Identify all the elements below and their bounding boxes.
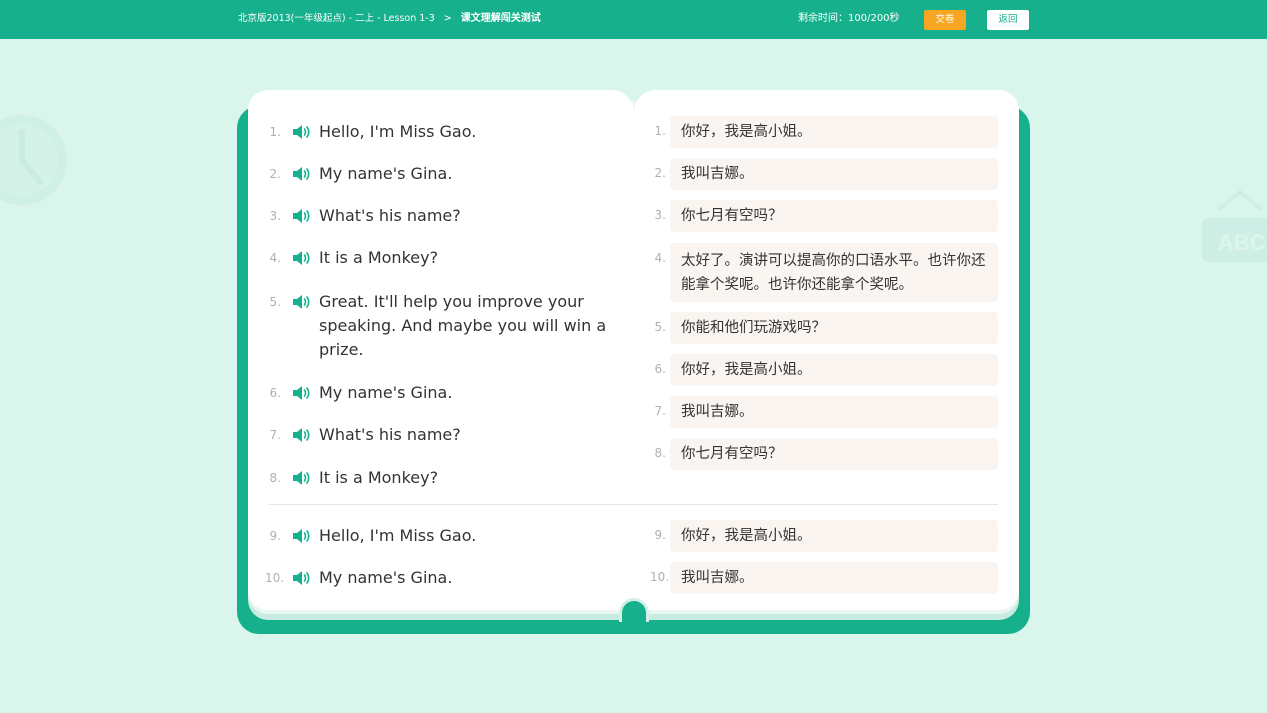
speaker-icon[interactable] [292,124,312,140]
section-divider [269,504,998,505]
translation-number: 3. [654,208,666,222]
sentence-number: 9. [269,529,281,543]
abc-sign-icon: ABC [1202,189,1267,262]
translation-text[interactable]: 我叫吉娜。 [670,158,998,190]
translation-number: 8. [654,446,666,460]
top-bar: 北京版2013(一年级起点) - 二上 - Lesson 1-3 > 课文理解闯… [0,0,1267,39]
speaker-icon[interactable] [292,528,312,544]
translation-text[interactable]: 我叫吉娜。 [670,396,998,428]
sentence-number: 10. [265,571,285,585]
breadcrumb-separator: > [443,13,452,24]
speaker-icon[interactable] [292,570,312,586]
english-sentence-text: What's his name? [319,206,461,225]
speaker-icon[interactable] [292,294,312,310]
speaker-icon[interactable] [292,250,312,266]
sentence-number: 3. [269,209,281,223]
english-sentence-text: It is a Monkey? [319,468,439,487]
translation-text[interactable]: 你能和他们玩游戏吗？ [670,312,998,344]
translation-number: 7. [654,404,666,418]
translation-number: 4. [654,251,666,265]
translation-text[interactable]: 你好，我是高小姐。 [670,520,998,552]
english-sentence-text: Hello, I'm Miss Gao. [319,122,477,141]
sentence-number: 2. [269,167,281,181]
back-button[interactable]: 返回 [987,10,1029,30]
english-sentence-text: What's his name? [319,425,461,444]
sentence-number: 6. [269,386,281,400]
sentence-number: 1. [269,125,281,139]
timer-value: 100/200秒 [848,13,900,24]
english-sentence-text: Hello, I'm Miss Gao. [319,526,477,545]
speaker-icon[interactable] [292,427,312,443]
translation-number: 9. [654,528,666,542]
translation-text[interactable]: 你七月有空吗？ [670,438,998,470]
translation-text[interactable]: 你好，我是高小姐。 [670,354,998,386]
translation-number: 2. [654,166,666,180]
translation-text[interactable]: 我叫吉娜。 [670,562,998,594]
breadcrumb-book[interactable]: 北京版2013(一年级起点) - 二上 - Lesson 1-3 [238,13,435,24]
book-spine [619,598,649,622]
sentence-number: 5. [269,295,281,309]
translation-number: 6. [654,362,666,376]
english-sentence-text: My name's Gina. [319,568,453,587]
sentence-number: 8. [269,471,281,485]
translation-text[interactable]: 太好了。演讲可以提高你的口语水平。也许你还能拿个奖呢。也许你还能拿个奖呢。 [670,243,998,302]
breadcrumb: 北京版2013(一年级起点) - 二上 - Lesson 1-3 > 课文理解闯… [238,12,541,26]
translation-text[interactable]: 你七月有空吗？ [670,200,998,232]
translation-number: 1. [654,124,666,138]
sentence-number: 4. [269,251,281,265]
translation-text[interactable]: 你好，我是高小姐。 [670,116,998,148]
countdown-timer: 剩余时间：100/200秒 [798,12,900,26]
clock-icon [0,115,67,205]
speaker-icon[interactable] [292,208,312,224]
submit-button[interactable]: 交卷 [924,10,966,30]
sentence-number: 7. [269,428,281,442]
timer-label: 剩余时间： [798,13,848,24]
abc-sign-text: ABC [1218,230,1266,255]
speaker-icon[interactable] [292,470,312,486]
breadcrumb-current: 课文理解闯关测试 [460,13,541,24]
speaker-icon[interactable] [292,166,312,182]
translation-number: 10. [650,570,670,584]
english-sentence-text: Great. It'll help you improve your speak… [319,292,607,359]
translation-number: 5. [654,320,666,334]
english-sentence-text: My name's Gina. [319,164,453,183]
english-sentence-text: My name's Gina. [319,383,453,402]
english-sentence-text: It is a Monkey? [319,248,439,267]
speaker-icon[interactable] [292,385,312,401]
